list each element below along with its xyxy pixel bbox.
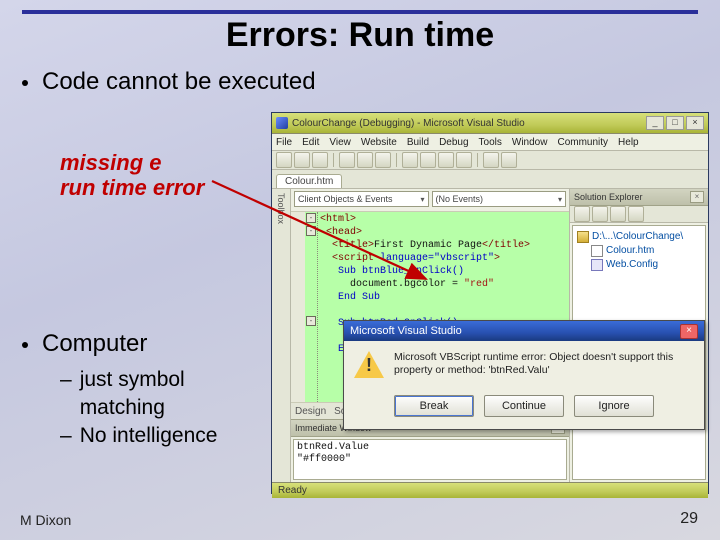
chevron-down-icon: ▾ xyxy=(420,193,424,206)
maximize-button[interactable]: □ xyxy=(666,116,684,130)
page-title: Errors: Run time xyxy=(0,16,720,55)
toolbar-button[interactable] xyxy=(402,152,418,168)
event-dropdown-value: (No Events) xyxy=(436,193,484,206)
toolbar-button[interactable] xyxy=(312,152,328,168)
minimize-button[interactable]: _ xyxy=(646,116,664,130)
footer-author: M Dixon xyxy=(20,512,71,528)
dialog-body: ! Microsoft VBScript runtime error: Obje… xyxy=(344,341,704,389)
callout-line1: missing e xyxy=(60,150,161,175)
toolbar-button[interactable] xyxy=(339,152,355,168)
menu-window[interactable]: Window xyxy=(512,137,548,148)
warning-icon: ! xyxy=(354,351,384,381)
break-button[interactable]: Break xyxy=(394,395,474,417)
tree-root[interactable]: D:\...\ColourChange\ xyxy=(577,230,701,244)
ignore-button[interactable]: Ignore xyxy=(574,395,654,417)
menu-tools[interactable]: Tools xyxy=(479,137,502,148)
toolbar-separator xyxy=(333,153,334,167)
tree-label: Colour.htm xyxy=(606,244,654,258)
menu-edit[interactable]: Edit xyxy=(302,137,319,148)
fold-toggle[interactable]: - xyxy=(306,226,316,236)
document-tabstrip: Colour.htm xyxy=(272,170,708,189)
toolbar-button[interactable] xyxy=(628,206,644,222)
tree-label: D:\...\ColourChange\ xyxy=(592,230,683,244)
toolbar-button[interactable] xyxy=(294,152,310,168)
slide: Errors: Run time Code cannot be executed… xyxy=(0,0,720,540)
toolbar-button[interactable] xyxy=(501,152,517,168)
close-icon[interactable]: × xyxy=(690,191,704,203)
menu-debug[interactable]: Debug xyxy=(439,137,468,148)
chevron-down-icon: ▾ xyxy=(558,193,562,206)
status-text: Ready xyxy=(278,485,307,496)
bullet-text: No intelligence xyxy=(80,424,218,447)
bullet-text: just symbol xyxy=(80,368,185,391)
bullet-text: Computer xyxy=(42,330,147,357)
toolbox-panel[interactable]: Toolbox xyxy=(272,189,291,482)
fold-toggle[interactable]: - xyxy=(306,316,316,326)
toolbar-button[interactable] xyxy=(357,152,373,168)
bullet-text: matching xyxy=(80,396,165,419)
continue-button[interactable]: Continue xyxy=(484,395,564,417)
error-dialog: Microsoft Visual Studio × ! Microsoft VB… xyxy=(343,320,705,430)
fold-column: - - - xyxy=(305,212,318,402)
dialog-message: Microsoft VBScript runtime error: Object… xyxy=(394,351,694,377)
fold-toggle[interactable]: - xyxy=(306,213,316,223)
toolbar-separator xyxy=(477,153,478,167)
panel-title: Solution Explorer xyxy=(574,192,643,202)
immediate-body[interactable]: btnRed.Value "#ff0000" xyxy=(293,439,567,480)
dialog-titlebar[interactable]: Microsoft Visual Studio × xyxy=(344,321,704,341)
ide-window: ColourChange (Debugging) - Microsoft Vis… xyxy=(271,112,709,494)
event-dropdown[interactable]: (No Events) ▾ xyxy=(432,191,567,207)
object-event-combos: Client Objects & Events ▾ (No Events) ▾ xyxy=(291,189,569,212)
bullet-main-1: Code cannot be executed xyxy=(22,68,698,96)
dialog-buttons: Break Continue Ignore xyxy=(344,389,704,429)
toolbar-button[interactable] xyxy=(574,206,590,222)
dialog-close-button[interactable]: × xyxy=(680,324,698,339)
toolbar-separator xyxy=(396,153,397,167)
ide-titlebar[interactable]: ColourChange (Debugging) - Microsoft Vis… xyxy=(272,113,708,134)
tree-item-colour[interactable]: Colour.htm xyxy=(577,244,701,258)
solution-toolbar xyxy=(570,206,708,223)
toolbar-button[interactable] xyxy=(483,152,499,168)
menu-file[interactable]: File xyxy=(276,137,292,148)
folder-icon xyxy=(577,231,589,243)
close-button[interactable]: × xyxy=(686,116,704,130)
menu-view[interactable]: View xyxy=(329,137,351,148)
dialog-title-text: Microsoft Visual Studio xyxy=(350,325,462,337)
tab-design[interactable]: Design xyxy=(295,406,326,417)
title-rule xyxy=(22,10,698,14)
callout-error: missing e run time error xyxy=(60,150,204,201)
object-dropdown[interactable]: Client Objects & Events ▾ xyxy=(294,191,429,207)
toolbar-button[interactable] xyxy=(610,206,626,222)
tree-label: Web.Config xyxy=(606,258,658,272)
editor-gutter xyxy=(291,212,305,402)
tab-colour-htm[interactable]: Colour.htm xyxy=(276,174,342,188)
panel-header-solution[interactable]: Solution Explorer × xyxy=(570,189,708,206)
callout-line2: run time error xyxy=(60,175,204,200)
tree-item-webconfig[interactable]: Web.Config xyxy=(577,258,701,272)
toolbar-button[interactable] xyxy=(420,152,436,168)
toolbar-button[interactable] xyxy=(456,152,472,168)
file-icon xyxy=(591,245,603,257)
toolbar xyxy=(272,151,708,170)
ide-title-text: ColourChange (Debugging) - Microsoft Vis… xyxy=(292,118,525,129)
menu-help[interactable]: Help xyxy=(618,137,639,148)
menu-build[interactable]: Build xyxy=(407,137,429,148)
toolbar-button[interactable] xyxy=(438,152,454,168)
app-icon xyxy=(276,117,288,129)
footer-page-number: 29 xyxy=(680,510,698,528)
toolbar-button[interactable] xyxy=(375,152,391,168)
menu-bar: File Edit View Website Build Debug Tools… xyxy=(272,134,708,151)
menu-website[interactable]: Website xyxy=(361,137,397,148)
bullet-text: Code cannot be executed xyxy=(42,68,316,95)
status-bar: Ready xyxy=(272,482,708,498)
toolbar-button[interactable] xyxy=(276,152,292,168)
config-icon xyxy=(591,259,603,271)
toolbar-button[interactable] xyxy=(592,206,608,222)
object-dropdown-value: Client Objects & Events xyxy=(298,193,393,206)
menu-community[interactable]: Community xyxy=(557,137,608,148)
